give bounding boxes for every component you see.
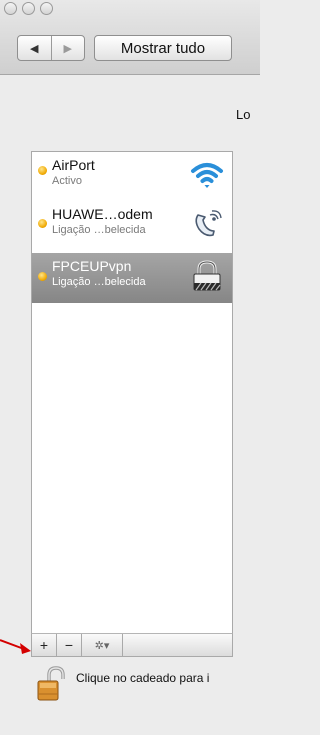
service-name: HUAWE…odem xyxy=(52,206,153,222)
zoom-window-button[interactable] xyxy=(40,2,53,15)
lock-message: Clique no cadeado para i xyxy=(76,671,210,685)
gear-menu-button[interactable]: ✲▾ xyxy=(82,634,123,656)
back-forward-control: ◀ ▶ xyxy=(17,35,85,61)
service-name: AirPort xyxy=(52,157,95,173)
red-arrow-icon xyxy=(0,639,31,654)
status-dot-icon xyxy=(38,219,47,228)
close-window-button[interactable] xyxy=(4,2,17,15)
minimize-window-button[interactable] xyxy=(22,2,35,15)
service-status: Ligação …belecida xyxy=(52,224,146,236)
service-name: FPCEUPvpn xyxy=(52,258,132,274)
window-toolbar: ◀ ▶ Mostrar tudo xyxy=(0,0,260,75)
service-list-toolbar: + − ✲▾ xyxy=(31,633,233,657)
service-row-huawei-modem[interactable]: HUAWE…odem Ligação …belecida xyxy=(32,201,232,251)
vpn-lock-icon xyxy=(193,260,221,291)
add-service-button[interactable]: + xyxy=(32,634,57,656)
forward-button[interactable]: ▶ xyxy=(50,36,85,60)
remove-service-button[interactable]: − xyxy=(57,634,82,656)
service-row-airport[interactable]: AirPort Activo xyxy=(32,152,232,202)
lock-icon[interactable] xyxy=(36,666,66,702)
service-row-fpceupvpn[interactable]: FPCEUPvpn Ligação …belecida xyxy=(32,253,232,303)
location-label: Lo xyxy=(236,107,251,122)
service-status: Ligação …belecida xyxy=(52,276,146,288)
wifi-icon xyxy=(191,163,223,188)
show-all-button[interactable]: Mostrar tudo xyxy=(94,35,232,61)
phone-modem-icon xyxy=(195,210,222,237)
back-button[interactable]: ◀ xyxy=(18,36,51,60)
window-controls xyxy=(4,2,53,15)
service-list: AirPort Activo HUAWE…odem Ligação …belec… xyxy=(31,151,233,635)
status-dot-icon xyxy=(38,272,47,281)
status-dot-icon xyxy=(38,166,47,175)
service-status: Activo xyxy=(52,175,82,187)
